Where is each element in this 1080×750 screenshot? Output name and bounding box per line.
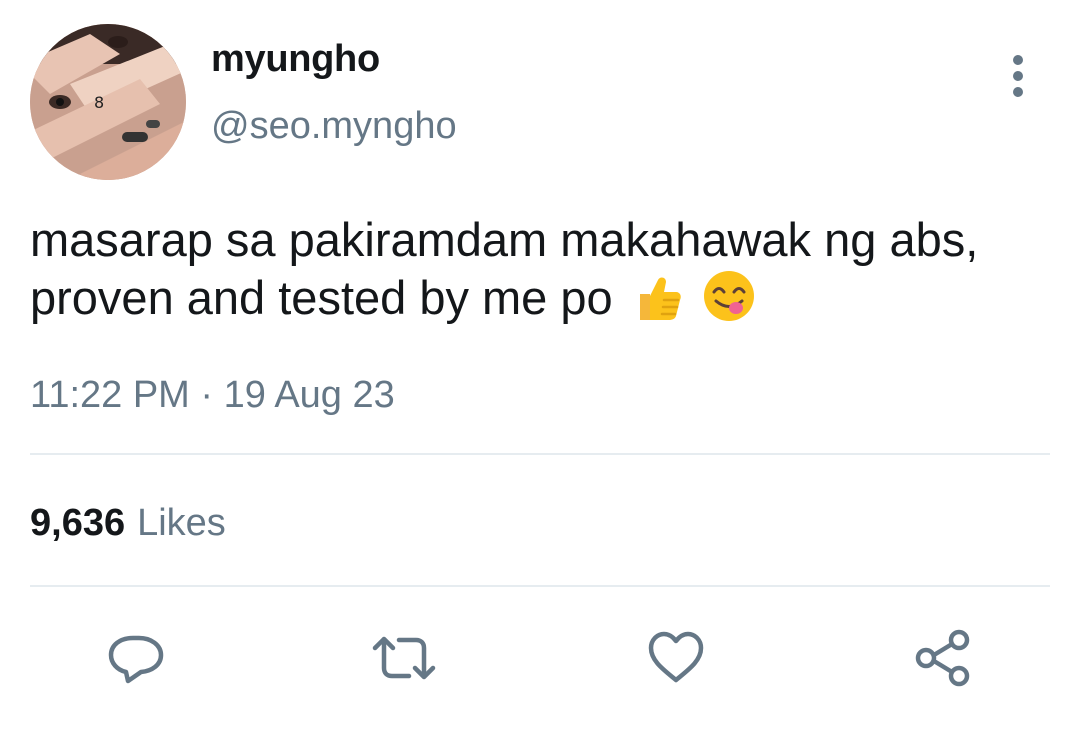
like-button[interactable] bbox=[646, 628, 706, 688]
reply-icon bbox=[108, 635, 164, 684]
reply-button[interactable] bbox=[106, 628, 166, 688]
face-savoring-food-emoji bbox=[701, 268, 757, 324]
likes-label: Likes bbox=[137, 502, 226, 544]
share-icon bbox=[915, 629, 970, 687]
likes-count: 9,636 bbox=[30, 502, 126, 544]
share-button[interactable] bbox=[914, 628, 974, 688]
display-name[interactable]: myungho bbox=[211, 38, 380, 81]
thumbs-up-emoji bbox=[630, 270, 684, 324]
more-vertical-icon bbox=[1013, 55, 1023, 97]
retweet-icon bbox=[372, 636, 436, 680]
avatar[interactable]: 8 bbox=[30, 24, 186, 180]
likes-stat[interactable]: 9,636 Likes bbox=[30, 502, 226, 545]
tweet-text: masarap sa pakiramdam makahawak ng abs, … bbox=[30, 212, 1040, 326]
svg-text:8: 8 bbox=[94, 93, 104, 112]
tweet-timestamp[interactable]: 11:22 PM · 19 Aug 23 bbox=[30, 374, 395, 417]
divider bbox=[30, 453, 1050, 455]
tweet-text-body: masarap sa pakiramdam makahawak ng abs, … bbox=[30, 213, 979, 324]
heart-icon bbox=[648, 631, 704, 683]
avatar-image: 8 bbox=[30, 24, 186, 180]
more-options-button[interactable] bbox=[998, 52, 1038, 100]
divider bbox=[30, 585, 1050, 587]
user-handle[interactable]: @seo.myngho bbox=[211, 105, 457, 148]
retweet-button[interactable] bbox=[371, 628, 437, 688]
